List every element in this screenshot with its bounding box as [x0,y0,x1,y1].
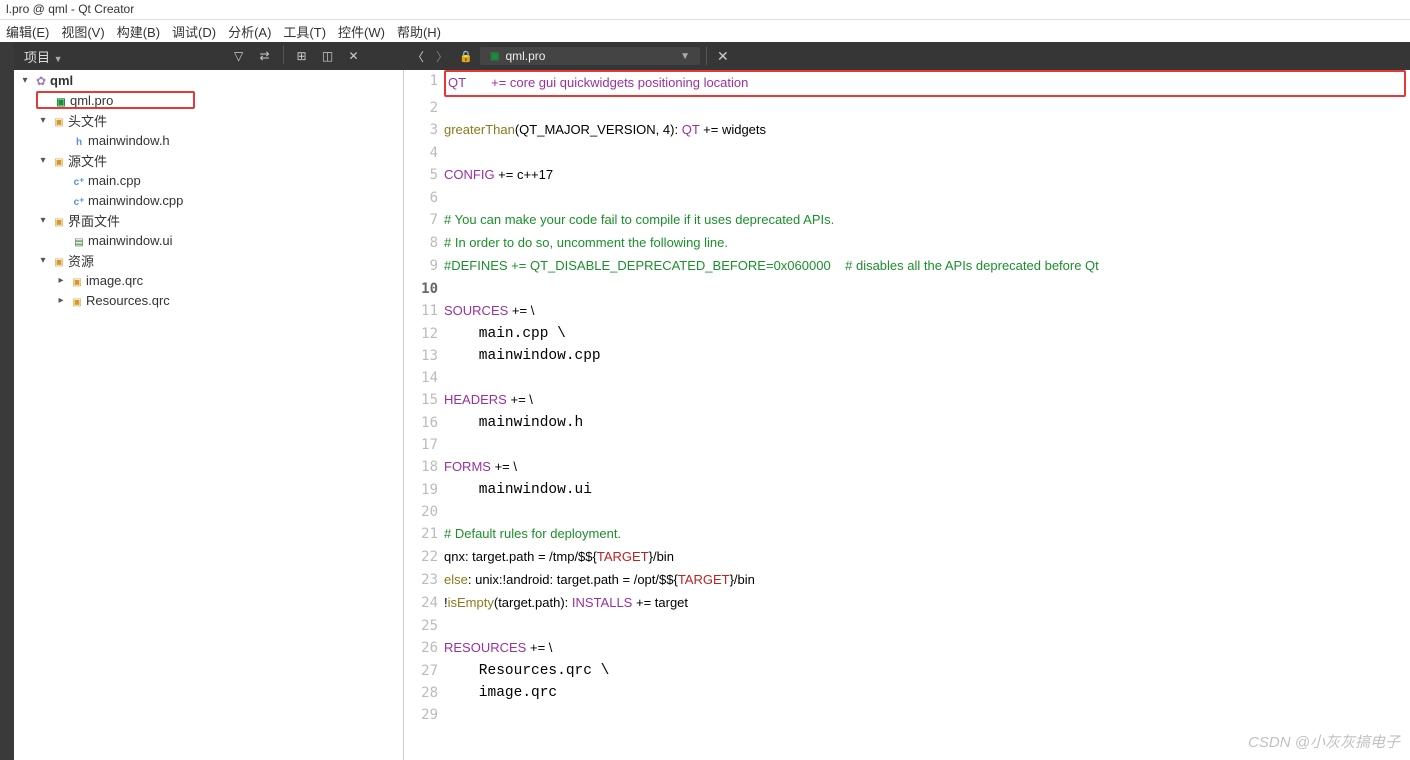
close-tab-button[interactable]: ✕ [713,48,733,65]
menu-debug[interactable]: 调试(D) [172,22,216,41]
tree-folder-sources[interactable]: ▾ ▣ 源文件 [14,150,403,170]
tree-file-source[interactable]: c⁺ mainwindow.cpp [14,190,403,210]
tree-item-label: mainwindow.ui [88,233,173,248]
cpp-file-icon: c⁺ [74,197,85,208]
menu-widgets[interactable]: 控件(W) [338,22,385,41]
tree-folder-headers[interactable]: ▾ ▣ 头文件 [14,110,403,130]
pro-file-icon: ▣ [490,51,499,62]
close-panel-icon[interactable]: ✕ [344,46,364,66]
menu-help[interactable]: 帮助(H) [397,22,441,41]
project-icon: ✿ [36,74,46,88]
code-editor[interactable]: 1QT += core gui quickwidgets positioning… [404,70,1410,760]
menu-view[interactable]: 视图(V) [61,22,104,41]
tree-file-qml-pro[interactable]: ▣ qml.pro [14,90,403,110]
tree-item-label: image.qrc [86,273,143,288]
tree-file-form[interactable]: ▤ mainwindow.ui [14,230,403,250]
file-tab-label: qml.pro [505,49,674,63]
editor-tab-bar: 〈 〉 🔒 ▣ qml.pro ▼ ✕ [404,42,1410,70]
chevron-down-icon[interactable]: ▾ [36,115,50,126]
pro-file-icon: ▣ [56,97,65,108]
h-file-icon: h [76,137,82,148]
menu-edit[interactable]: 编辑(E) [6,22,49,41]
folder-icon: ▣ [54,157,63,168]
link-icon[interactable]: ⇄ [255,46,275,66]
ui-file-icon: ▤ [74,237,83,248]
tree-file-resource[interactable]: ▸ ▣ Resources.qrc [14,290,403,310]
chevron-down-icon[interactable]: ▾ [18,75,32,86]
tree-item-label: main.cpp [88,173,141,188]
tree-item-label: 头文件 [68,111,107,130]
lock-icon[interactable]: 🔒 [456,46,476,66]
qrc-file-icon: ▣ [72,277,81,288]
chevron-right-icon[interactable]: ▸ [54,295,68,306]
tree-item-label: qml.pro [70,93,113,108]
tree-folder-resources[interactable]: ▾ ▣ 资源 [14,250,403,270]
tree-item-label: 资源 [68,251,94,270]
folder-icon: ▣ [54,257,63,268]
menu-analyze[interactable]: 分析(A) [228,22,271,41]
tree-item-label: 源文件 [68,151,107,170]
project-dropdown[interactable]: 项目 ▼ [14,47,73,66]
editor-area: 〈 〉 🔒 ▣ qml.pro ▼ ✕ 1QT += core gui quic… [404,70,1410,760]
project-tree: ▾ ✿ qml ▣ qml.pro ▾ ▣ 头文件 h mainwindow.h… [14,70,404,760]
tree-project-root[interactable]: ▾ ✿ qml [14,70,403,90]
chevron-down-icon[interactable]: ▾ [36,215,50,226]
tree-item-label: 界面文件 [68,211,120,230]
file-tab[interactable]: ▣ qml.pro ▼ [480,47,700,65]
menu-bar: 编辑(E) 视图(V) 构建(B) 调试(D) 分析(A) 工具(T) 控件(W… [0,20,1410,42]
chevron-right-icon[interactable]: ▸ [54,275,68,286]
menu-build[interactable]: 构建(B) [117,22,160,41]
left-activity-bar[interactable] [0,70,14,760]
split-icon[interactable]: ◫ [318,46,338,66]
tree-item-label: mainwindow.h [88,133,170,148]
nav-forward-button[interactable]: 〉 [432,46,452,66]
tree-file-header[interactable]: h mainwindow.h [14,130,403,150]
tree-file-resource[interactable]: ▸ ▣ image.qrc [14,270,403,290]
nav-back-button[interactable]: 〈 [408,46,428,66]
code-text: QT += core gui quickwidgets positioning … [448,75,748,90]
tree-file-source[interactable]: c⁺ main.cpp [14,170,403,190]
chevron-down-icon[interactable]: ▼ [680,51,690,62]
window-title: l.pro @ qml - Qt Creator [0,0,1410,20]
qrc-file-icon: ▣ [72,297,81,308]
tree-folder-forms[interactable]: ▾ ▣ 界面文件 [14,210,403,230]
menu-tools[interactable]: 工具(T) [283,22,326,41]
folder-icon: ▣ [54,217,63,228]
cpp-file-icon: c⁺ [74,177,85,188]
project-root-label: qml [50,73,73,88]
chevron-down-icon[interactable]: ▾ [36,255,50,266]
filter-icon[interactable]: ▽ [229,46,249,66]
folder-icon: ▣ [54,117,63,128]
tree-item-label: mainwindow.cpp [88,193,183,208]
tree-item-label: Resources.qrc [86,293,170,308]
add-icon[interactable]: ⊞ [292,46,312,66]
chevron-down-icon[interactable]: ▾ [36,155,50,166]
